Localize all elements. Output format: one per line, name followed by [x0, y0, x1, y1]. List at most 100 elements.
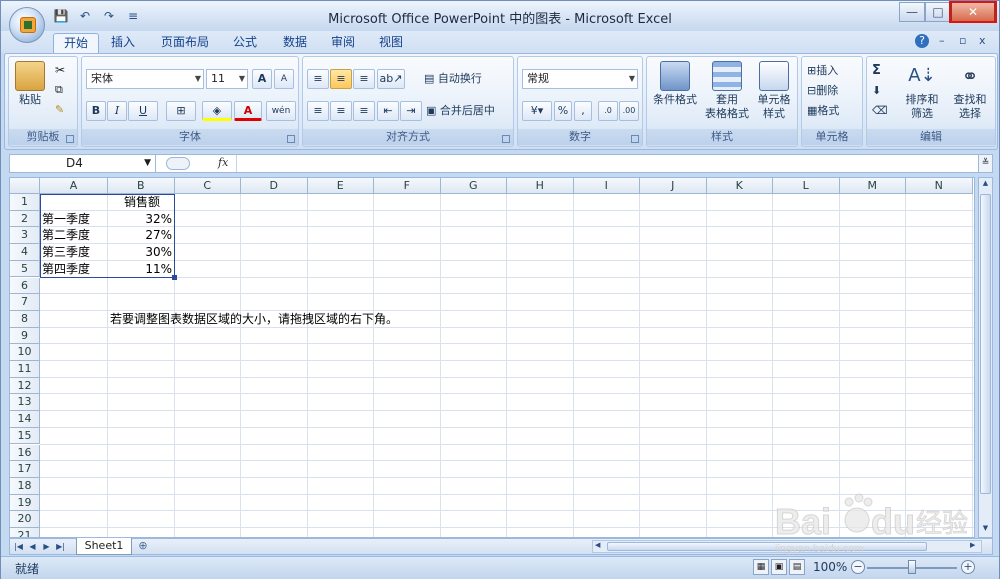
- clear-button[interactable]: ⌫: [869, 101, 895, 121]
- row-header-2[interactable]: 2: [10, 210, 40, 228]
- zoom-slider-thumb[interactable]: [908, 560, 916, 574]
- zoom-out-button[interactable]: −: [851, 560, 865, 574]
- minimize-button[interactable]: —: [899, 2, 925, 22]
- expand-namebox-handle[interactable]: [166, 157, 190, 170]
- last-sheet-icon[interactable]: ▶|: [54, 539, 67, 554]
- font-size-select[interactable]: 11 ▼: [206, 69, 248, 89]
- row-header-3[interactable]: 3: [10, 227, 40, 245]
- workbook-restore-button[interactable]: ▫: [959, 34, 966, 47]
- row-header-18[interactable]: 18: [10, 477, 40, 495]
- column-header-M[interactable]: M: [839, 178, 906, 194]
- row-header-12[interactable]: 12: [10, 377, 40, 395]
- bold-button[interactable]: B: [86, 101, 106, 121]
- font-color-button[interactable]: A: [234, 101, 262, 121]
- font-name-select[interactable]: 宋体 ▼: [86, 69, 204, 89]
- row-header-4[interactable]: 4: [10, 244, 40, 261]
- cell-B8[interactable]: 若要调整图表数据区域的大小，请拖拽区域的右下角。: [110, 311, 398, 327]
- autosum-button[interactable]: Σ: [869, 61, 895, 81]
- formula-input[interactable]: [236, 155, 976, 172]
- italic-button[interactable]: I: [107, 101, 127, 121]
- row-header-15[interactable]: 15: [10, 427, 40, 445]
- next-sheet-icon[interactable]: ▶: [40, 539, 53, 554]
- increase-indent-button[interactable]: ⇥: [400, 101, 422, 121]
- format-cells-button[interactable]: ▦格式: [804, 101, 862, 121]
- cell-A3[interactable]: 第二季度: [42, 227, 90, 243]
- align-center-button[interactable]: ≡: [330, 101, 352, 121]
- tab-home[interactable]: 开始: [53, 33, 100, 53]
- column-header-E[interactable]: E: [307, 178, 374, 194]
- row-header-11[interactable]: 11: [10, 361, 40, 378]
- row-header-20[interactable]: 20: [10, 511, 40, 528]
- shrink-font-button[interactable]: A: [274, 69, 294, 89]
- row-header-6[interactable]: 6: [10, 277, 40, 295]
- format-as-table-button[interactable]: 套用 表格格式: [701, 61, 753, 121]
- decrease-indent-button[interactable]: ⇤: [377, 101, 399, 121]
- comma-button[interactable]: ,: [574, 101, 592, 121]
- range-resize-handle[interactable]: [171, 274, 177, 280]
- horizontal-scroll-thumb[interactable]: [607, 542, 927, 551]
- cell-B3[interactable]: 27%: [110, 227, 174, 243]
- zoom-level[interactable]: 100%: [813, 560, 847, 574]
- phonetic-button[interactable]: wén: [266, 101, 296, 121]
- insert-cells-button[interactable]: ⊞插入: [804, 61, 862, 81]
- prev-sheet-icon[interactable]: ◀: [26, 539, 39, 554]
- row-header-14[interactable]: 14: [10, 411, 40, 428]
- insert-sheet-icon[interactable]: ⊕: [132, 539, 154, 554]
- cell-B2[interactable]: 32%: [110, 211, 174, 227]
- column-header-C[interactable]: C: [174, 178, 241, 194]
- workbook-minimize-button[interactable]: –: [939, 34, 945, 47]
- row-header-9[interactable]: 9: [10, 327, 40, 345]
- column-header-N[interactable]: N: [906, 178, 973, 194]
- paste-button[interactable]: 粘贴: [13, 61, 47, 107]
- currency-button[interactable]: ¥▾: [522, 101, 552, 121]
- cell-B1[interactable]: 销售额: [110, 194, 174, 210]
- expand-formula-bar-icon[interactable]: ≚: [978, 155, 992, 172]
- column-header-F[interactable]: F: [374, 178, 441, 194]
- page-break-view-icon[interactable]: ▤: [789, 559, 805, 575]
- column-header-J[interactable]: J: [640, 178, 707, 194]
- cell-A4[interactable]: 第三季度: [42, 244, 90, 260]
- increase-decimal-button[interactable]: .0: [598, 101, 618, 121]
- worksheet-grid[interactable]: A B C D E F G H I J K L M N 1 2 3 4 5 6 7 8 9 10 11 12 13 14 15 16 17 1…: [9, 177, 975, 538]
- row-header-19[interactable]: 19: [10, 494, 40, 512]
- row-header-1[interactable]: 1: [10, 194, 40, 211]
- align-left-button[interactable]: ≡: [307, 101, 329, 121]
- row-header-8[interactable]: 8: [10, 310, 40, 328]
- column-header-B[interactable]: B: [108, 178, 175, 194]
- tab-insert[interactable]: 插入: [101, 33, 145, 53]
- column-header-K[interactable]: K: [706, 178, 773, 194]
- select-all-corner[interactable]: [10, 178, 40, 194]
- name-box[interactable]: D4 ▼: [10, 155, 156, 172]
- cell-styles-button[interactable]: 单元格 样式: [751, 61, 797, 121]
- tab-review[interactable]: 审阅: [321, 33, 365, 53]
- office-button[interactable]: [9, 7, 45, 43]
- align-right-button[interactable]: ≡: [353, 101, 375, 121]
- column-header-H[interactable]: H: [507, 178, 574, 194]
- format-painter-icon[interactable]: ✎: [55, 103, 64, 116]
- zoom-in-button[interactable]: +: [961, 560, 975, 574]
- fill-color-button[interactable]: ◈: [202, 101, 232, 121]
- row-header-17[interactable]: 17: [10, 461, 40, 478]
- border-button[interactable]: ⊞: [166, 101, 196, 121]
- vertical-scroll-thumb[interactable]: [980, 194, 991, 494]
- insert-function-icon[interactable]: fx: [218, 156, 228, 169]
- page-layout-view-icon[interactable]: ▣: [771, 559, 787, 575]
- fill-button[interactable]: ⬇: [869, 81, 895, 101]
- column-header-L[interactable]: L: [773, 178, 840, 194]
- row-header-10[interactable]: 10: [10, 344, 40, 361]
- row-header-16[interactable]: 16: [10, 444, 40, 462]
- merge-center-button[interactable]: ▣ 合并后居中: [423, 101, 513, 121]
- grow-font-button[interactable]: A: [252, 69, 272, 89]
- column-header-A[interactable]: A: [40, 178, 108, 194]
- row-header-21[interactable]: 21: [10, 528, 40, 537]
- decrease-decimal-button[interactable]: .00: [619, 101, 639, 121]
- delete-cells-button[interactable]: ⊟删除: [804, 81, 862, 101]
- column-header-D[interactable]: D: [241, 178, 308, 194]
- tab-data[interactable]: 数据: [273, 33, 317, 53]
- wrap-text-button[interactable]: ▤ 自动换行: [421, 69, 511, 89]
- row-header-7[interactable]: 7: [10, 294, 40, 311]
- cell-B5[interactable]: 11%: [110, 261, 174, 277]
- tab-formulas[interactable]: 公式: [223, 33, 267, 53]
- copy-icon[interactable]: ⧉: [55, 83, 63, 97]
- row-header-5[interactable]: 5: [10, 260, 40, 278]
